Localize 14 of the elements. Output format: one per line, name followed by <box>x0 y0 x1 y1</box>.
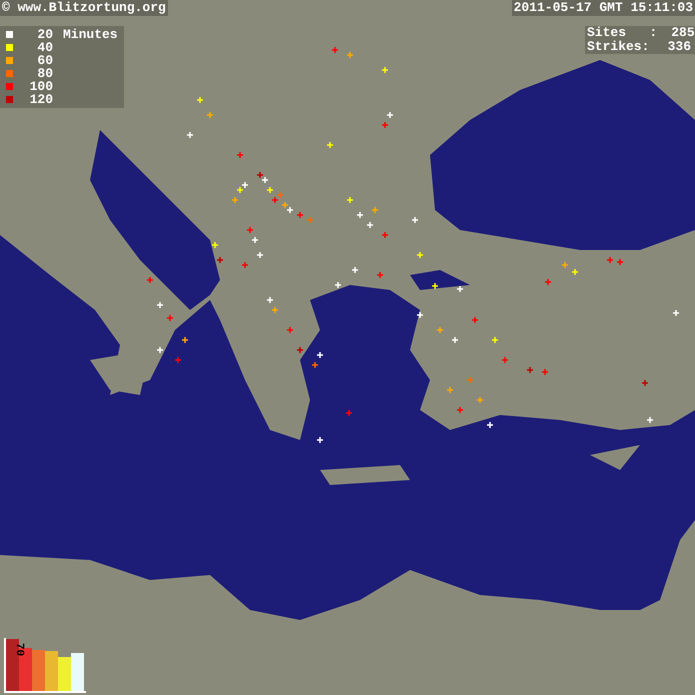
stat-label: Strikes: <box>587 40 650 54</box>
legend-label: 40 <box>36 41 53 54</box>
stat-value: 285 <box>671 26 695 40</box>
legend-label: 60 <box>36 54 53 67</box>
site-credit: © www.Blitzortung.org <box>0 0 168 16</box>
legend-label: 80 <box>36 67 53 80</box>
histogram-label: 70 <box>13 642 24 656</box>
legend-unit: Minutes <box>63 28 118 41</box>
legend-label: 120 <box>28 93 53 106</box>
timestamp: 2011-05-17 GMT 15:11:03 <box>512 0 695 16</box>
legend-label: 100 <box>28 80 53 93</box>
legend-label: 20 <box>36 28 53 41</box>
stat-label: Sites : <box>587 26 658 40</box>
stat-value: 336 <box>668 40 691 54</box>
